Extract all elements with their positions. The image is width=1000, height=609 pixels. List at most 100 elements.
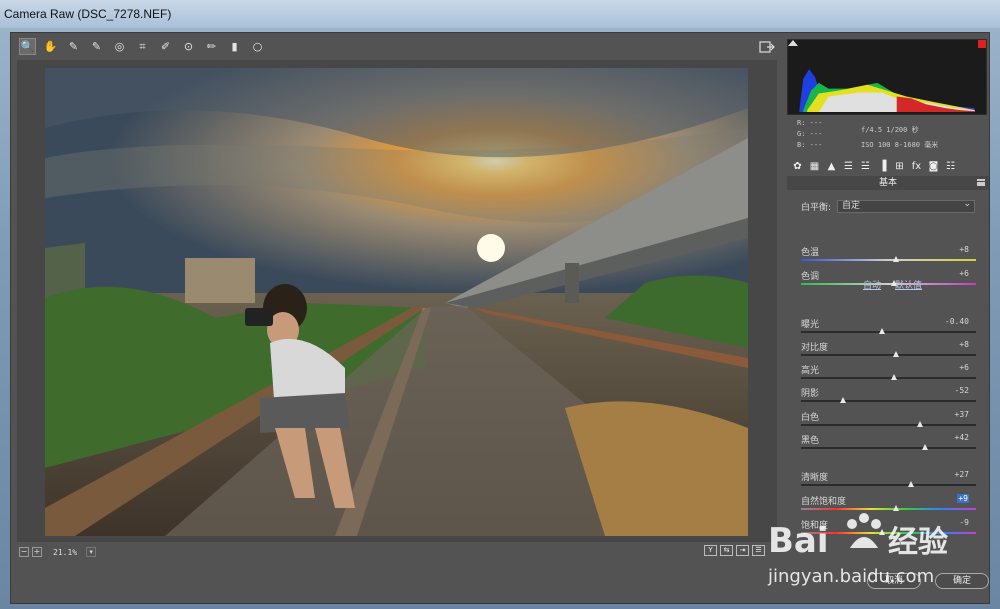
panel-tab-6-icon[interactable]: ⊞ [893, 161, 906, 175]
slider-row: 自然饱和度 +9 [801, 494, 983, 516]
panel-title: 基本 [878, 178, 897, 188]
slider-label: 自然饱和度 [801, 497, 847, 507]
slider-label: 曝光 [801, 320, 820, 330]
slider-thumb[interactable] [890, 280, 897, 286]
before-after-button[interactable]: Y [704, 545, 717, 556]
slider-label: 白色 [801, 413, 820, 423]
slider-value[interactable]: -0.40 [945, 317, 969, 326]
slider-track[interactable] [801, 377, 976, 379]
panel-tab-9-icon[interactable]: ☷ [944, 161, 957, 175]
histogram-graph [799, 69, 975, 113]
slider-thumb[interactable] [890, 374, 897, 380]
slider-track[interactable] [801, 331, 976, 333]
slider-track[interactable] [801, 532, 976, 534]
tool-bar: 🔍 ✋ ✎ ✎ ◎ ⌗ ✐ ⊙ ✏ ▮ ○ [19, 38, 266, 58]
slider-label: 色温 [801, 248, 820, 258]
slider-thumb[interactable] [908, 481, 915, 487]
dialog-buttons: 取消 确定 [867, 573, 989, 589]
status-bar: − + 21.1% ▾ Y ⇆ ⇥ ☰ [19, 545, 775, 559]
slider-value[interactable]: +9 [957, 494, 969, 503]
adjustment-brush-tool-icon[interactable]: ✏ [203, 38, 220, 55]
cancel-button[interactable]: 取消 [867, 573, 921, 589]
highlight-clipping-icon[interactable] [978, 40, 986, 48]
slider-track[interactable] [801, 484, 976, 486]
slider-track[interactable] [801, 508, 976, 510]
crop-tool-icon[interactable]: ⌗ [134, 38, 151, 55]
slider-value[interactable]: +6 [959, 269, 969, 278]
window-title-bar: Camera Raw (DSC_7278.NEF) [0, 0, 1000, 28]
slider-value[interactable]: +27 [955, 470, 969, 479]
slider-row: 饱和度 -9 [801, 518, 983, 540]
slider-thumb[interactable] [892, 256, 899, 262]
white-balance-select[interactable]: 自定 [837, 199, 976, 213]
slider-value[interactable]: -9 [959, 518, 969, 527]
slider-track[interactable] [801, 447, 976, 449]
swap-button[interactable]: ⇆ [720, 545, 733, 556]
color-sampler-tool-icon[interactable]: ✎ [88, 38, 105, 55]
slider-track[interactable] [801, 424, 976, 426]
slider-track[interactable] [801, 354, 976, 356]
slider-thumb[interactable] [917, 421, 923, 427]
view-buttons: Y ⇆ ⇥ ☰ [704, 545, 765, 556]
white-balance-tool-icon[interactable]: ✎ [65, 38, 82, 55]
slider-track[interactable] [801, 283, 976, 285]
view-settings-button[interactable]: ☰ [752, 545, 765, 556]
panel-tab-1-icon[interactable]: ▦ [808, 161, 821, 175]
preview-canvas[interactable] [17, 60, 777, 542]
slider-thumb[interactable] [922, 444, 929, 450]
shadow-clipping-icon[interactable] [788, 40, 798, 46]
panel-header: 基本 [787, 176, 989, 190]
adjustment-panel: R: --- G: --- B: --- f/4.5 1/200 秒 ISO 1… [783, 33, 991, 605]
copy-settings-button[interactable]: ⇥ [736, 545, 749, 556]
zoom-out-button[interactable]: − [19, 547, 29, 557]
graduated-filter-tool-icon[interactable]: ▮ [226, 38, 243, 55]
slider-thumb[interactable] [840, 397, 846, 403]
slider-value[interactable]: +8 [959, 245, 969, 254]
slider-value[interactable]: -52 [955, 386, 969, 395]
slider-row: 黑色 +42 [801, 433, 983, 455]
pixel-readout: R: --- G: --- B: --- f/4.5 1/200 秒 ISO 1… [797, 119, 987, 155]
slider-thumb[interactable] [892, 351, 899, 357]
slider-label: 清晰度 [801, 473, 829, 483]
slider-label: 对比度 [801, 343, 829, 353]
slider-value[interactable]: +42 [955, 433, 969, 442]
panel-tab-2-icon[interactable]: ▲ [825, 161, 838, 175]
panel-tab-8-icon[interactable]: ◙ [927, 161, 940, 175]
slider-thumb[interactable] [892, 505, 899, 511]
panel-tab-0-icon[interactable]: ✿ [791, 161, 804, 175]
zoom-tool-icon[interactable]: 🔍 [19, 38, 36, 55]
slider-value[interactable]: +8 [959, 340, 969, 349]
spot-removal-tool-icon[interactable]: ✐ [157, 38, 174, 55]
camera-raw-window: 🔍 ✋ ✎ ✎ ◎ ⌗ ✐ ⊙ ✏ ▮ ○ − + 21.1% ▾ Y ⇆ ⇥ … [10, 32, 990, 604]
hand-tool-icon[interactable]: ✋ [42, 38, 59, 55]
slider-value[interactable]: +6 [959, 363, 969, 372]
slider-row: 色温 +8 [801, 245, 983, 267]
red-eye-tool-icon[interactable]: ⊙ [180, 38, 197, 55]
zoom-in-button[interactable]: + [32, 547, 42, 557]
panel-tab-4-icon[interactable]: ☱ [859, 161, 872, 175]
iso-lens: ISO 100 8-1680 毫米 [861, 141, 939, 149]
slider-thumb[interactable] [878, 529, 885, 535]
slider-value[interactable]: +37 [955, 410, 969, 419]
panel-tab-7-icon[interactable]: fx [910, 161, 923, 175]
preview-photo[interactable] [45, 68, 748, 536]
panel-tab-3-icon[interactable]: ☰ [842, 161, 855, 175]
slider-track[interactable] [801, 259, 976, 261]
slider-thumb[interactable] [878, 328, 885, 334]
radial-filter-tool-icon[interactable]: ○ [249, 38, 266, 55]
slider-label: 高光 [801, 366, 820, 376]
panel-tabs: ✿ ▦ ▲ ☰ ☱ ▐ ⊞ fx ◙ ☷ [791, 161, 985, 175]
ok-button[interactable]: 确定 [935, 573, 989, 589]
slider-row: 对比度 +8 [801, 340, 983, 362]
zoom-dropdown[interactable]: ▾ [86, 547, 97, 557]
panel-tab-5-icon[interactable]: ▐ [876, 161, 889, 175]
slider-label: 饱和度 [801, 521, 829, 531]
aperture-shutter: f/4.5 1/200 秒 [861, 126, 919, 134]
slider-track[interactable] [801, 400, 976, 402]
targeted-adjustment-tool-icon[interactable]: ◎ [111, 38, 128, 55]
slider-row: 清晰度 +27 [801, 470, 983, 492]
fullscreen-toggle-icon[interactable] [759, 40, 775, 54]
panel-menu-icon[interactable] [977, 179, 985, 186]
white-balance-row: 白平衡: 自定 [801, 199, 983, 213]
window-title: Camera Raw (DSC_7278.NEF) [4, 7, 172, 21]
